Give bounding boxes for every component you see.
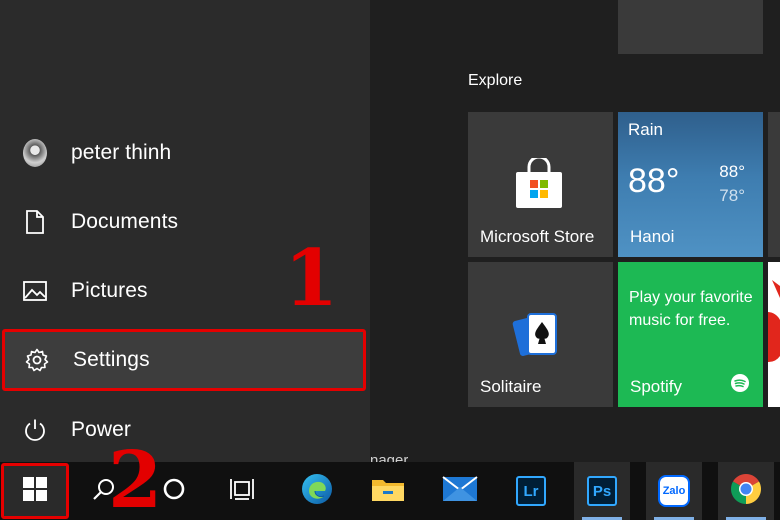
photoshop-button[interactable]: Ps	[574, 462, 630, 520]
step-2-annotation: 2	[108, 435, 163, 520]
user-name-label: peter thinh	[71, 141, 172, 164]
avatar	[23, 139, 47, 167]
chrome-icon	[730, 473, 762, 510]
zalo-button[interactable]: Zalo	[646, 462, 702, 520]
edge-icon	[301, 473, 333, 510]
power-icon	[23, 418, 47, 442]
mail-button[interactable]	[432, 462, 488, 520]
solitaire-tile-label: Solitaire	[480, 377, 542, 396]
settings-label: Settings	[73, 348, 150, 371]
document-icon	[23, 210, 47, 234]
file-explorer-icon	[371, 475, 405, 508]
windows-start-button[interactable]	[1, 463, 69, 519]
microsoft-store-tile[interactable]: Microsoft Store	[468, 112, 613, 257]
task-view-button[interactable]	[214, 462, 270, 520]
tile-top-partial[interactable]	[618, 0, 763, 54]
pictures-icon	[23, 279, 47, 303]
weather-low: 78°	[719, 186, 745, 205]
spotify-promo-text: Play your favorite music for free.	[629, 289, 753, 329]
partial-red-tile[interactable]	[768, 262, 780, 407]
store-tile-label: Microsoft Store	[480, 227, 595, 246]
step-1-annotation: 1	[284, 233, 339, 324]
pictures-label: Pictures	[71, 279, 148, 302]
spotify-tile-label: Spotify	[630, 377, 682, 396]
solitaire-tile[interactable]: Solitaire	[468, 262, 613, 407]
partial-tile[interactable]	[768, 112, 780, 257]
start-menu-left-panel: peter thinh Documents Pictures Settings …	[0, 0, 370, 462]
documents-label: Documents	[71, 210, 179, 233]
weather-high: 88°	[719, 162, 745, 181]
gear-icon	[25, 348, 49, 372]
edge-button[interactable]	[289, 462, 345, 520]
lightroom-icon: Lr	[516, 476, 546, 506]
task-view-icon	[229, 477, 255, 506]
spotify-tile[interactable]: Play your favorite music for free. Spoti…	[618, 262, 763, 407]
weather-condition: Rain	[628, 120, 663, 139]
weather-tile[interactable]: Rain 88° 88° 78° Hanoi	[618, 112, 763, 257]
spotify-logo-icon	[731, 374, 749, 397]
weather-temp: 88°	[628, 162, 680, 200]
tile-group-title: Explore	[468, 72, 523, 89]
store-bag-icon	[513, 155, 565, 215]
windows-start-icon	[23, 476, 47, 506]
solitaire-cards-icon	[512, 310, 570, 367]
photoshop-icon: Ps	[587, 476, 617, 506]
mail-icon	[442, 475, 478, 507]
weather-city: Hanoi	[630, 227, 675, 246]
file-explorer-button[interactable]	[360, 462, 416, 520]
chrome-button[interactable]	[718, 462, 774, 520]
zalo-icon: Zalo	[658, 475, 690, 507]
user-account-item[interactable]: peter thinh	[0, 122, 366, 184]
cortana-icon	[162, 477, 186, 506]
lightroom-button[interactable]: Lr	[503, 462, 559, 520]
settings-item[interactable]: Settings	[2, 329, 366, 391]
background-window-text: nager	[370, 452, 409, 462]
power-item[interactable]: Power	[0, 399, 366, 461]
